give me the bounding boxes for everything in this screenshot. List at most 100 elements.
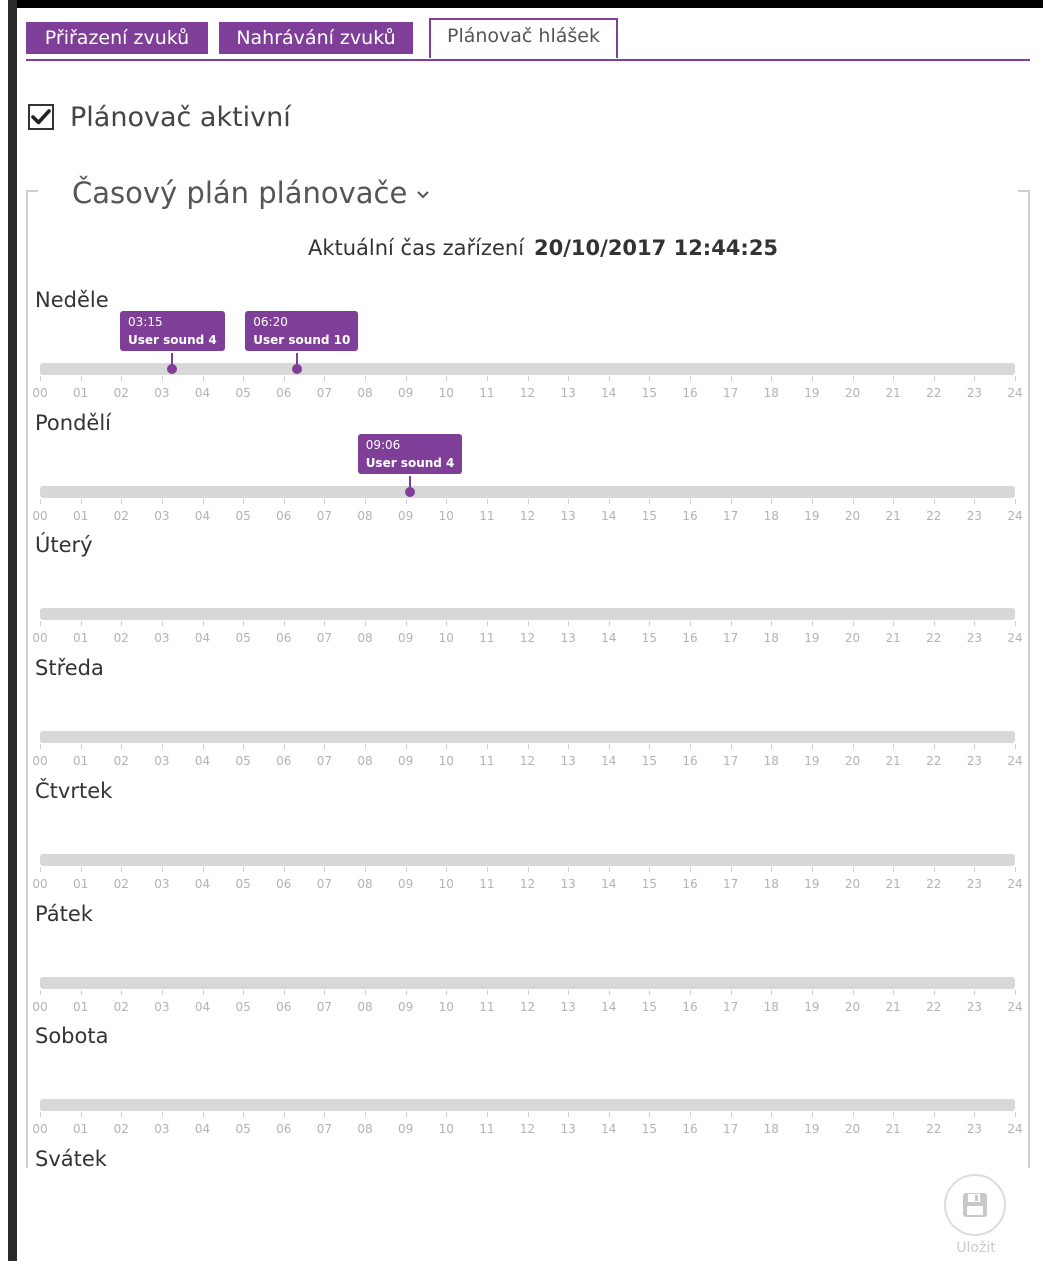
hour-tick-label: 06 — [276, 386, 292, 400]
hour-tick-label: 19 — [804, 631, 820, 645]
tab-sound-recording[interactable]: Nahrávání zvuků — [219, 22, 413, 54]
hour-tick-label: 04 — [194, 509, 211, 523]
hour-tick-mark — [161, 621, 163, 626]
hour-tick-label: 06 — [276, 1000, 292, 1014]
hour-tick-label: 06 — [276, 631, 292, 645]
hour-tick-label: 21 — [885, 631, 901, 645]
hour-tick-label: 01 — [72, 754, 89, 768]
save-button[interactable] — [944, 1174, 1006, 1236]
hour-tick-mark — [527, 621, 529, 626]
schedule-section-toggle[interactable]: Časový plán plánovače — [72, 176, 430, 210]
hour-tick-label: 23 — [966, 509, 983, 523]
hour-tick-mark — [486, 990, 488, 995]
hour-tick-label: 20 — [844, 631, 861, 645]
hour-tick-mark — [1015, 621, 1016, 626]
hour-tick-mark — [486, 867, 488, 872]
hour-tick-label: 07 — [316, 1122, 333, 1136]
hour-tick-label: 11 — [479, 1000, 495, 1014]
hour-tick-mark — [690, 990, 691, 995]
hour-tick-mark — [486, 1112, 488, 1117]
scheduled-event[interactable]: 09:06 User sound 4 — [357, 434, 463, 474]
hour-tick-mark — [690, 376, 691, 381]
hour-tick-mark — [730, 621, 732, 626]
hour-tick-label: 06 — [276, 1122, 292, 1136]
day-timeline-track[interactable] — [40, 854, 1015, 866]
hour-tick-mark — [80, 621, 82, 626]
day-timeline-track[interactable] — [40, 486, 1015, 498]
hour-tick-label: 20 — [844, 754, 861, 768]
hour-tick-label: 12 — [519, 631, 536, 645]
hour-tick-mark — [121, 621, 123, 626]
hour-tick-mark — [202, 744, 204, 749]
day-timeline-track[interactable] — [40, 608, 1015, 620]
hour-tick-label: 05 — [235, 631, 251, 645]
hour-tick-label: 01 — [72, 631, 89, 645]
hour-tick-mark — [161, 990, 163, 995]
hour-tick-mark — [933, 1112, 935, 1117]
day-timeline-track[interactable] — [40, 363, 1015, 375]
hour-tick-label: 07 — [316, 386, 333, 400]
event-pin[interactable] — [404, 487, 415, 497]
hour-tick-label: 08 — [357, 631, 373, 645]
hour-tick-label: 20 — [844, 509, 861, 523]
hour-tick-label: 05 — [235, 386, 251, 400]
hour-tick-mark — [161, 376, 163, 381]
hour-tick-mark — [649, 990, 651, 995]
hour-tick-label: 08 — [357, 1122, 373, 1136]
scheduled-event[interactable]: 03:15 User sound 4 — [120, 311, 225, 351]
hour-tick-label: 13 — [560, 877, 576, 891]
hour-tick-label: 04 — [194, 631, 211, 645]
hour-tick-label: 22 — [926, 631, 942, 645]
hour-tick-mark — [568, 376, 570, 381]
scheduler-active-label: Plánovač aktivní — [70, 101, 291, 133]
day-label: Neděle — [35, 288, 109, 312]
hour-tick-label: 02 — [113, 631, 129, 645]
hour-tick-mark — [527, 499, 529, 504]
hour-tick-mark — [202, 621, 204, 626]
day-timeline-track[interactable] — [40, 977, 1015, 989]
hour-tick-label: 10 — [438, 509, 454, 523]
scheduler-active-checkbox[interactable] — [28, 104, 54, 130]
hour-tick-label: 18 — [763, 631, 779, 645]
hour-tick-mark — [121, 499, 123, 504]
hour-tick-label: 04 — [194, 754, 211, 768]
day-timeline-track[interactable] — [40, 1099, 1015, 1111]
hour-tick-mark — [80, 499, 82, 504]
hour-tick-mark — [811, 990, 813, 995]
hour-tick-mark — [80, 744, 82, 749]
day-timeline-track[interactable] — [40, 731, 1015, 743]
tab-sound-assignment[interactable]: Přiřazení zvuků — [26, 22, 208, 54]
tab-announcement-scheduler[interactable]: Plánovač hlášek — [429, 18, 618, 58]
hour-tick-label: 12 — [519, 509, 536, 523]
hour-tick-mark — [852, 499, 854, 504]
hour-tick-mark — [974, 621, 976, 626]
hour-tick-mark — [730, 1112, 732, 1117]
check-icon — [31, 109, 51, 125]
hour-tick-mark — [527, 1112, 529, 1117]
hour-tick-label: 16 — [682, 1122, 698, 1136]
hour-tick-mark — [974, 376, 976, 381]
hour-tick-mark — [365, 621, 366, 626]
hour-tick-label: 19 — [804, 509, 820, 523]
hour-tick-mark — [446, 376, 448, 381]
hour-tick-label: 17 — [722, 1122, 739, 1136]
event-sound: User sound 4 — [365, 456, 455, 470]
hour-tick-label: 08 — [357, 877, 373, 891]
hour-tick-label: 15 — [641, 386, 658, 400]
hour-tick-label: 12 — [519, 877, 536, 891]
hour-tick-mark — [283, 376, 285, 381]
scheduled-event[interactable]: 06:20 User sound 10 — [245, 311, 359, 351]
hour-tick-mark — [852, 376, 854, 381]
hour-tick-label: 12 — [519, 1000, 536, 1014]
section-frame-right — [1028, 190, 1030, 1168]
hour-tick-label: 10 — [438, 754, 454, 768]
hour-tick-mark — [446, 744, 448, 749]
hour-tick-label: 19 — [804, 386, 820, 400]
hour-tick-mark — [974, 867, 976, 872]
hour-tick-label: 11 — [479, 509, 495, 523]
hour-tick-label: 17 — [722, 386, 739, 400]
hour-tick-mark — [690, 867, 691, 872]
hour-tick-mark — [243, 867, 245, 872]
event-pin[interactable] — [167, 364, 178, 374]
hour-tick-mark — [405, 621, 407, 626]
